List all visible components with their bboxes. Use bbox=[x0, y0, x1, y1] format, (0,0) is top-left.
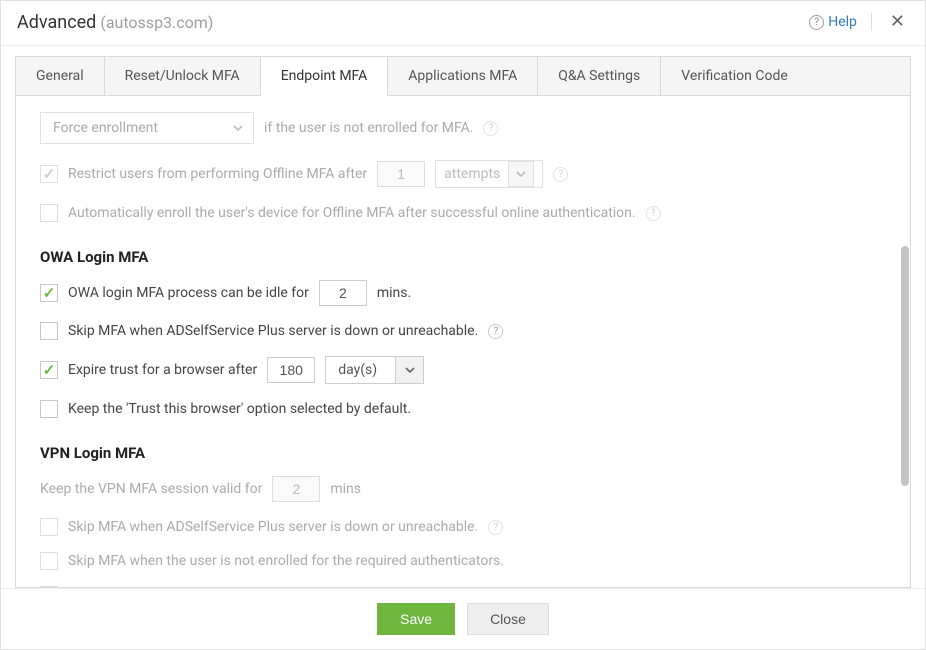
help-tooltip-icon[interactable]: ? bbox=[553, 167, 568, 182]
tab-qa-settings[interactable]: Q&A Settings bbox=[538, 57, 661, 95]
help-link[interactable]: ? Help bbox=[809, 14, 857, 30]
vpn-attrs-checkbox[interactable]: ✓ bbox=[40, 586, 58, 588]
row-vpn-attrs: ✓ Send additional attributes as a respon… bbox=[40, 578, 886, 588]
auto-enroll-checkbox[interactable]: ✓ bbox=[40, 204, 58, 222]
dialog-title: Advanced bbox=[17, 12, 96, 33]
row-vpn-session: Keep the VPN MFA session valid for mins bbox=[40, 468, 886, 510]
scrollbar[interactable] bbox=[901, 96, 909, 523]
owa-idle-value[interactable] bbox=[319, 280, 367, 306]
chevron-down-icon bbox=[395, 357, 423, 383]
section-heading-vpn: VPN Login MFA bbox=[40, 426, 886, 468]
owa-trust-default-checkbox[interactable]: ✓ bbox=[40, 400, 58, 418]
row-owa-trust-default: ✓ Keep the 'Trust this browser' option s… bbox=[40, 392, 886, 426]
tab-endpoint-mfa[interactable]: Endpoint MFA bbox=[261, 57, 389, 96]
owa-expire-value[interactable] bbox=[267, 357, 315, 383]
help-tooltip-icon[interactable]: ? bbox=[646, 206, 661, 221]
tab-applications-mfa[interactable]: Applications MFA bbox=[388, 57, 538, 95]
help-tooltip-icon[interactable]: ? bbox=[483, 121, 498, 136]
restrict-offline-unit: attempts bbox=[444, 166, 500, 182]
force-enrollment-value: Force enrollment bbox=[53, 120, 158, 136]
help-tooltip-icon[interactable]: ? bbox=[488, 520, 503, 535]
section-heading-owa: OWA Login MFA bbox=[40, 230, 886, 272]
owa-skip-checkbox[interactable]: ✓ bbox=[40, 322, 58, 340]
help-tooltip-icon[interactable]: ? bbox=[714, 588, 729, 589]
owa-trust-default-label: Keep the 'Trust this browser' option sel… bbox=[68, 401, 411, 417]
owa-expire-checkbox[interactable]: ✓ bbox=[40, 361, 58, 379]
row-auto-enroll: ✓ Automatically enroll the user's device… bbox=[40, 196, 886, 230]
dialog-advanced: Advanced (autossp3.com) ? Help ✕ General… bbox=[0, 0, 926, 650]
tab-panel-endpoint-mfa: Force enrollment if the user is not enro… bbox=[15, 96, 911, 588]
restrict-offline-checkbox[interactable]: ✓ bbox=[40, 165, 58, 183]
row-force-enrollment: Force enrollment if the user is not enro… bbox=[40, 104, 886, 152]
owa-skip-label: Skip MFA when ADSelfService Plus server … bbox=[68, 323, 478, 339]
titlebar: Advanced (autossp3.com) ? Help ✕ bbox=[1, 1, 925, 46]
chevron-down-icon bbox=[223, 122, 253, 134]
owa-idle-label-after: mins. bbox=[377, 285, 411, 301]
vpn-not-enrolled-checkbox[interactable]: ✓ bbox=[40, 552, 58, 570]
configure-attributes-link[interactable]: Configure Attributes bbox=[579, 587, 704, 588]
vpn-not-enrolled-label: Skip MFA when the user is not enrolled f… bbox=[68, 553, 504, 569]
row-restrict-offline: ✓ Restrict users from performing Offline… bbox=[40, 152, 886, 196]
vpn-skip-label: Skip MFA when ADSelfService Plus server … bbox=[68, 519, 478, 535]
tab-reset-unlock-mfa[interactable]: Reset/Unlock MFA bbox=[105, 57, 261, 95]
vpn-attrs-label: Send additional attributes as a response… bbox=[68, 587, 569, 588]
help-tooltip-icon[interactable]: ? bbox=[488, 324, 503, 339]
vpn-session-label-before: Keep the VPN MFA session valid for bbox=[40, 481, 262, 497]
save-button[interactable]: Save bbox=[377, 603, 455, 635]
help-label: Help bbox=[828, 14, 857, 30]
row-owa-idle: ✓ OWA login MFA process can be idle for … bbox=[40, 272, 886, 314]
restrict-offline-count[interactable] bbox=[377, 161, 425, 187]
row-owa-skip: ✓ Skip MFA when ADSelfService Plus serve… bbox=[40, 314, 886, 348]
tab-verification-code[interactable]: Verification Code bbox=[661, 57, 807, 95]
divider bbox=[871, 13, 872, 31]
row-vpn-skip: ✓ Skip MFA when ADSelfService Plus serve… bbox=[40, 510, 886, 544]
owa-idle-label-before: OWA login MFA process can be idle for bbox=[68, 285, 309, 301]
close-icon[interactable]: ✕ bbox=[886, 11, 909, 33]
tab-bar: General Reset/Unlock MFA Endpoint MFA Ap… bbox=[15, 56, 911, 96]
owa-expire-unit-select[interactable]: day(s) bbox=[325, 356, 424, 384]
vpn-session-label-after: mins bbox=[330, 481, 361, 497]
dialog-domain: (autossp3.com) bbox=[100, 13, 213, 32]
help-icon: ? bbox=[809, 15, 824, 30]
row-vpn-not-enrolled: ✓ Skip MFA when the user is not enrolled… bbox=[40, 544, 886, 578]
row-owa-expire: ✓ Expire trust for a browser after day(s… bbox=[40, 348, 886, 392]
chevron-down-icon bbox=[508, 161, 534, 187]
button-bar: Save Close bbox=[1, 588, 925, 649]
force-enrollment-select[interactable]: Force enrollment bbox=[40, 112, 254, 144]
force-enrollment-suffix: if the user is not enrolled for MFA. bbox=[264, 120, 473, 136]
vpn-skip-checkbox[interactable]: ✓ bbox=[40, 518, 58, 536]
owa-expire-unit: day(s) bbox=[326, 362, 395, 378]
close-button[interactable]: Close bbox=[467, 603, 549, 635]
owa-expire-label: Expire trust for a browser after bbox=[68, 362, 257, 378]
scrollbar-thumb[interactable] bbox=[901, 246, 909, 486]
auto-enroll-label: Automatically enroll the user's device f… bbox=[68, 205, 636, 221]
restrict-offline-unit-select[interactable]: attempts bbox=[435, 160, 543, 188]
owa-idle-checkbox[interactable]: ✓ bbox=[40, 284, 58, 302]
vpn-session-value[interactable] bbox=[272, 476, 320, 502]
restrict-offline-label: Restrict users from performing Offline M… bbox=[68, 166, 367, 182]
tab-general[interactable]: General bbox=[16, 57, 105, 95]
